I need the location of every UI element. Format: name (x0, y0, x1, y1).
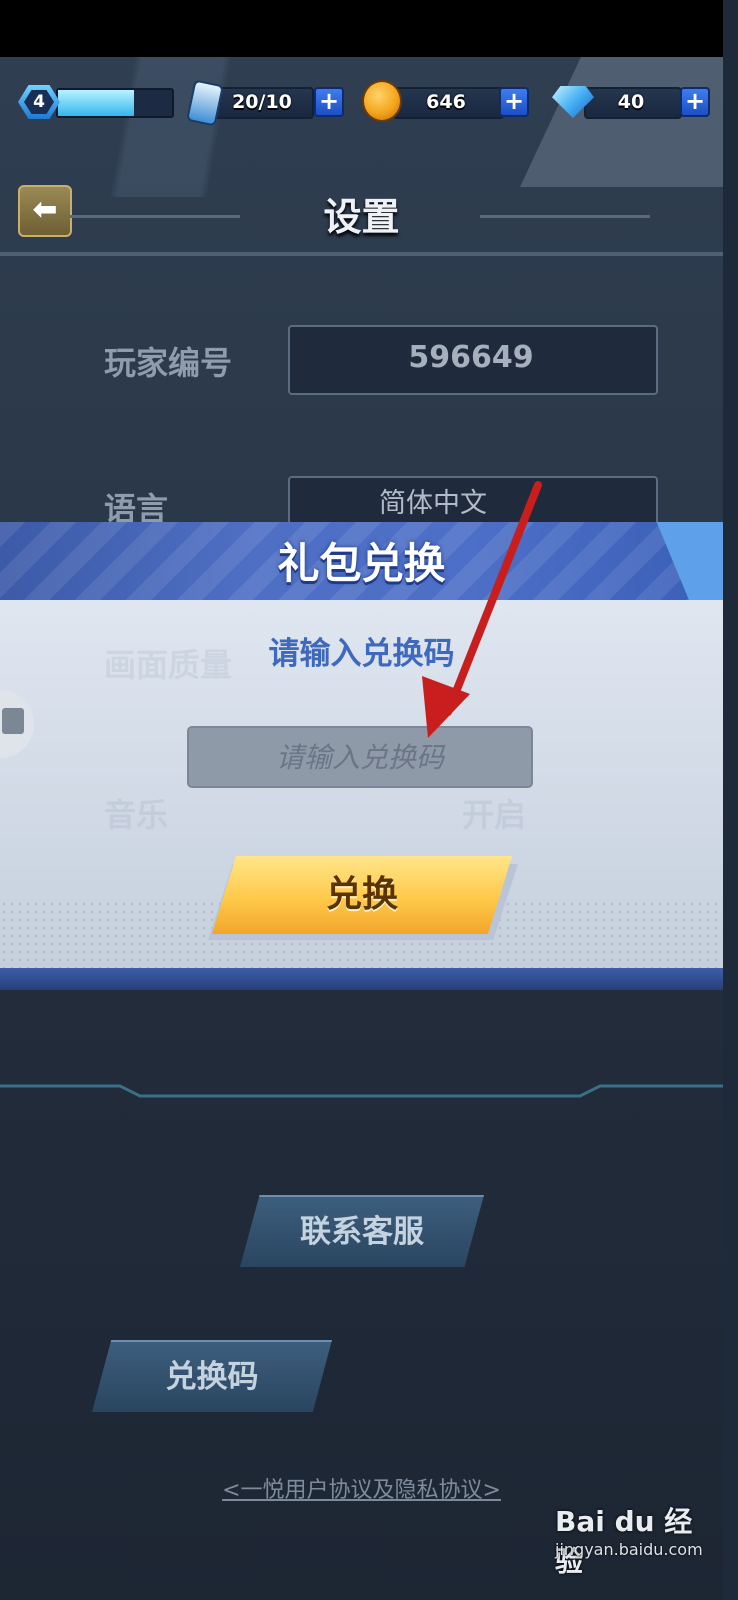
music-value: 开启 (462, 796, 527, 834)
player-id-label: 玩家编号 (104, 344, 233, 382)
lower-divider (0, 1084, 723, 1098)
coin-value: 646 (426, 91, 466, 113)
coin-icon (362, 80, 402, 122)
gift-icon (2, 708, 24, 734)
baidu-watermark-logo: Bai du 经验 (555, 1505, 693, 1578)
redeem-code-button[interactable]: 兑换码 (92, 1340, 332, 1412)
dialog-bottom-border (0, 968, 723, 990)
baidu-watermark-url: jingyan.baidu.com (555, 1540, 703, 1559)
music-label: 音乐 (104, 796, 169, 834)
top-black-bar (0, 0, 723, 57)
redeem-button[interactable]: 兑换 (212, 856, 512, 934)
xp-bar-fill (58, 90, 134, 116)
header-deco-left (70, 215, 240, 218)
header-deco-right (480, 215, 650, 218)
dialog-prompt: 请输入兑换码 (268, 636, 455, 672)
energy-value: 20/10 (232, 91, 292, 113)
add-energy-button[interactable]: + (314, 87, 344, 117)
dialog-title: 礼包兑换 (277, 539, 446, 588)
redeem-code-input[interactable] (187, 726, 533, 788)
gem-value: 40 (617, 91, 645, 113)
add-coins-button[interactable]: + (499, 87, 529, 117)
player-id-value: 596649 (408, 340, 534, 375)
header-divider (0, 252, 723, 256)
page-title: 设置 (323, 195, 400, 239)
contact-support-button[interactable]: 联系客服 (240, 1195, 484, 1267)
add-gems-button[interactable]: + (680, 87, 710, 117)
